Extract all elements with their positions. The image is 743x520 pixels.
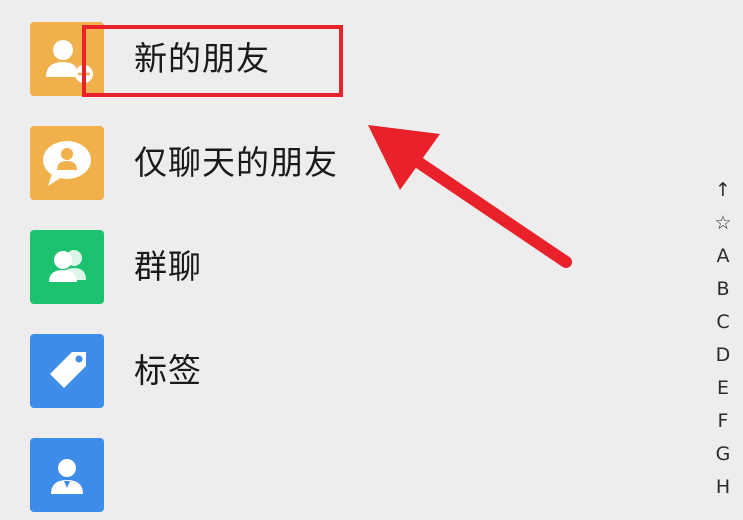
annotation-highlight-box bbox=[82, 25, 343, 97]
contact-menu-item-tags[interactable]: 标签 bbox=[0, 312, 700, 416]
index-item-star[interactable]: ☆ bbox=[703, 207, 743, 240]
contact-menu-item-label: 仅聊天的朋友 bbox=[134, 143, 338, 182]
index-item-b[interactable]: B bbox=[703, 273, 743, 306]
index-item-a[interactable]: A bbox=[703, 240, 743, 273]
index-item-up[interactable]: ↑ bbox=[703, 174, 743, 207]
tag-icon bbox=[30, 334, 104, 408]
chat-only-friend-icon bbox=[30, 126, 104, 200]
index-item-f[interactable]: F bbox=[703, 405, 743, 438]
alphabet-index-bar[interactable]: ↑ ☆ A B C D E F G H bbox=[703, 174, 743, 500]
index-item-c[interactable]: C bbox=[703, 306, 743, 339]
contact-menu-item-label: 标签 bbox=[134, 351, 202, 390]
index-item-e[interactable]: E bbox=[703, 372, 743, 405]
group-chat-icon bbox=[30, 230, 104, 304]
contact-menu-item-official-accounts[interactable] bbox=[0, 416, 700, 520]
contact-menu-item-chat-only-friends[interactable]: 仅聊天的朋友 bbox=[0, 104, 700, 208]
index-item-d[interactable]: D bbox=[703, 339, 743, 372]
contact-menu-item-label: 群聊 bbox=[134, 247, 202, 286]
contact-menu-item-group-chats[interactable]: 群聊 bbox=[0, 208, 700, 312]
index-item-g[interactable]: G bbox=[703, 438, 743, 471]
official-account-icon bbox=[30, 438, 104, 512]
index-item-h[interactable]: H bbox=[703, 471, 743, 500]
